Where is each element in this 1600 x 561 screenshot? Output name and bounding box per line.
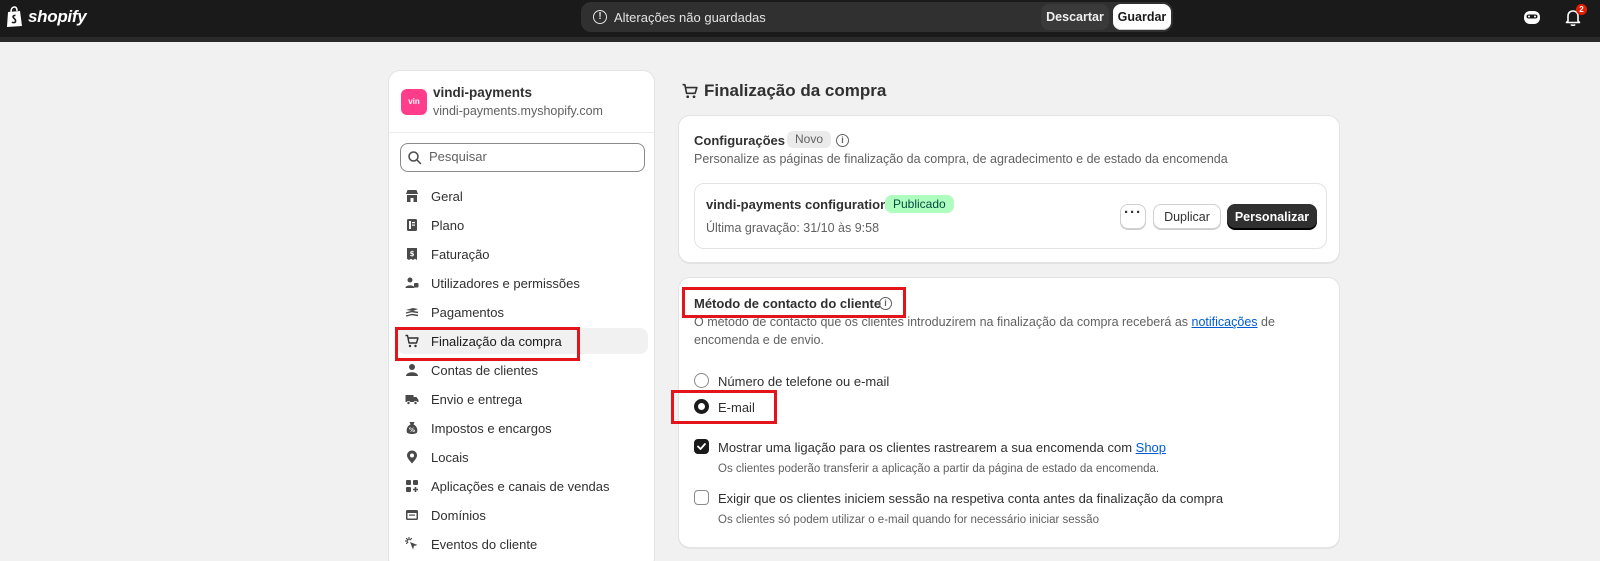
- sidebar-item-users[interactable]: Utilizadores e permissões: [397, 270, 648, 296]
- sidebar-item-label: Contas de clientes: [431, 363, 538, 378]
- person-icon: [406, 364, 418, 376]
- svg-text:%: %: [409, 427, 415, 434]
- require-login-checkbox[interactable]: [694, 490, 709, 505]
- shopify-bag-icon: [7, 6, 22, 27]
- duplicate-button[interactable]: Duplicar: [1153, 204, 1221, 229]
- sidebar-item-locations[interactable]: Locais: [397, 444, 648, 470]
- card-description: O método de contacto que os clientes int…: [694, 313, 1275, 349]
- shop-tracking-checkbox[interactable]: [694, 439, 709, 454]
- location-icon: [407, 450, 417, 464]
- sidekick-icon[interactable]: [1521, 6, 1543, 28]
- cart-icon: [682, 83, 698, 99]
- description-text: de: [1261, 315, 1275, 329]
- shop-tracking-help: Os clientes poderão transferir a aplicaç…: [718, 463, 1160, 475]
- phone-or-email-radio[interactable]: [694, 373, 709, 388]
- sidebar-item-checkout[interactable]: Finalização da compra: [397, 328, 648, 354]
- cursor-icon: [405, 537, 418, 550]
- published-badge: Publicado: [885, 195, 954, 213]
- sidebar-item-label: Envio e entrega: [431, 392, 523, 407]
- sidebar-item-apps[interactable]: Aplicações e canais de vendas: [397, 473, 648, 499]
- sidebar-item-general[interactable]: Geral: [397, 183, 648, 209]
- cart-icon: [405, 334, 419, 348]
- notifications-link[interactable]: notificações: [1192, 315, 1258, 329]
- tax-icon: %: [406, 422, 418, 434]
- shopify-logo[interactable]: shopify: [6, 6, 87, 28]
- apps-icon: [406, 480, 418, 492]
- phone-or-email-label[interactable]: Número de telefone ou e-mail: [718, 374, 889, 389]
- notification-badge: 2: [1576, 4, 1587, 15]
- page-title-text: Finalização da compra: [704, 81, 887, 100]
- sidebar-item-plan[interactable]: Plano: [397, 212, 648, 238]
- shop-link[interactable]: Shop: [1136, 440, 1166, 455]
- truck-icon: [405, 395, 419, 405]
- discard-button[interactable]: Descartar: [1041, 4, 1109, 30]
- unsaved-changes-bar: ! Alterações não guardadas Descartar Gua…: [581, 2, 1173, 32]
- card-description: Personalize as páginas de finalização da…: [694, 152, 1228, 166]
- sidebar-item-label: Aplicações e canais de vendas: [431, 479, 610, 494]
- search-box[interactable]: [400, 143, 645, 172]
- configuration-item: vindi-payments configuration Publicado Ú…: [694, 183, 1327, 249]
- brand-name: shopify: [28, 7, 87, 26]
- sidebar-item-customer-accounts[interactable]: Contas de clientes: [397, 357, 648, 383]
- shop-tracking-text: Mostrar uma ligação para os clientes ras…: [718, 440, 1133, 455]
- plan-icon: [407, 219, 417, 231]
- payment-icon: [405, 308, 419, 317]
- sidebar-item-label: Utilizadores e permissões: [431, 276, 580, 291]
- customize-button[interactable]: Personalizar: [1227, 204, 1317, 229]
- search-input[interactable]: [429, 149, 629, 164]
- sidebar-item-label: Eventos do cliente: [431, 537, 538, 552]
- store-name: vindi-payments: [433, 85, 533, 100]
- last-saved: Última gravação: 31/10 às 9:58: [706, 221, 880, 235]
- configurations-card: Configurações Novo i Personalize as pági…: [678, 115, 1340, 263]
- sidebar-item-label: Pagamentos: [431, 305, 504, 320]
- card-title: Configurações: [694, 133, 786, 148]
- sidebar-item-billing[interactable]: $ Faturação: [397, 241, 648, 267]
- settings-sidebar: vin vindi-payments vindi-payments.myshop…: [388, 70, 655, 561]
- receipt-icon: $: [407, 248, 417, 260]
- unsaved-message: Alterações não guardadas: [614, 10, 766, 25]
- save-button[interactable]: Guardar: [1113, 4, 1171, 30]
- info-icon[interactable]: i: [836, 134, 849, 147]
- sidebar-item-label: Impostos e encargos: [431, 421, 552, 436]
- sidebar-item-taxes[interactable]: % Impostos e encargos: [397, 415, 648, 441]
- page-title: Finalização da compra: [682, 81, 886, 101]
- store-avatar: vin: [401, 89, 427, 115]
- new-badge: Novo: [787, 131, 832, 148]
- sidebar-item-label: Geral: [431, 189, 463, 204]
- sidebar-item-label: Domínios: [431, 508, 486, 523]
- search-icon: [408, 151, 422, 165]
- sidebar-item-label: Locais: [431, 450, 469, 465]
- description-text: O método de contacto que os clientes int…: [694, 315, 1189, 329]
- checkmark-icon: [697, 443, 706, 450]
- shop-tracking-label[interactable]: Mostrar uma ligação para os clientes ras…: [718, 440, 1166, 455]
- description-text: encomenda e de envio.: [694, 333, 824, 347]
- users-icon: [405, 277, 419, 288]
- info-icon: !: [593, 10, 607, 24]
- top-bar: shopify ! Alterações não guardadas Desca…: [0, 0, 1600, 42]
- store-domain: vindi-payments.myshopify.com: [433, 104, 603, 118]
- svg-text:$: $: [410, 250, 415, 258]
- require-login-help: Os clientes só podem utilizar o e-mail q…: [718, 514, 1099, 526]
- sidebar-item-label: Finalização da compra: [431, 334, 562, 349]
- require-login-label[interactable]: Exigir que os clientes iniciem sessão na…: [718, 491, 1223, 506]
- info-icon[interactable]: i: [879, 297, 892, 310]
- sidebar-item-label: Plano: [431, 218, 465, 233]
- globe-icon: [406, 510, 418, 520]
- sidebar-item-label: Faturação: [431, 247, 490, 262]
- customer-contact-method-card: Método de contacto do cliente i O método…: [678, 277, 1340, 548]
- sidebar-item-domains[interactable]: Domínios: [397, 502, 648, 528]
- store-header[interactable]: vin vindi-payments vindi-payments.myshop…: [389, 71, 654, 133]
- sidebar-item-shipping[interactable]: Envio e entrega: [397, 386, 648, 412]
- sidebar-item-payments[interactable]: Pagamentos: [397, 299, 648, 325]
- config-name: vindi-payments configuration: [706, 197, 889, 212]
- email-label[interactable]: E-mail: [718, 400, 755, 415]
- card-title: Método de contacto do cliente: [694, 296, 882, 311]
- more-actions-button[interactable]: ···: [1120, 204, 1146, 229]
- sidebar-item-customer-events[interactable]: Eventos do cliente: [397, 531, 648, 557]
- email-radio[interactable]: [694, 399, 709, 414]
- store-icon: [406, 190, 418, 202]
